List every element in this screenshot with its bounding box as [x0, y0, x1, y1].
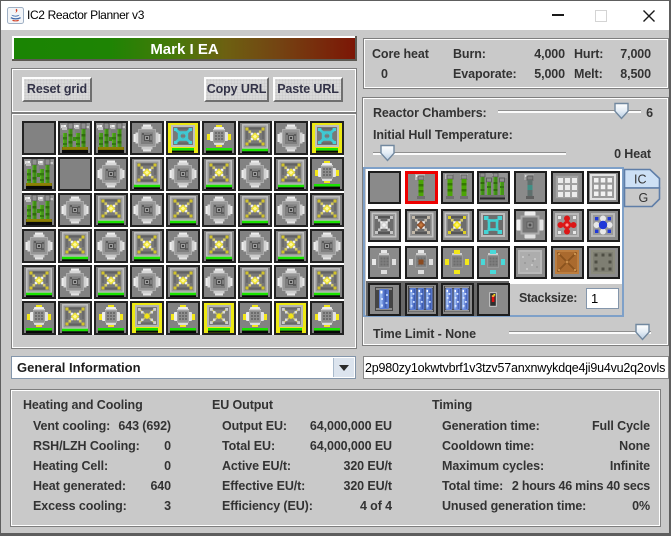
svg-text:IC: IC	[634, 173, 647, 187]
svg-text:G: G	[639, 191, 649, 205]
